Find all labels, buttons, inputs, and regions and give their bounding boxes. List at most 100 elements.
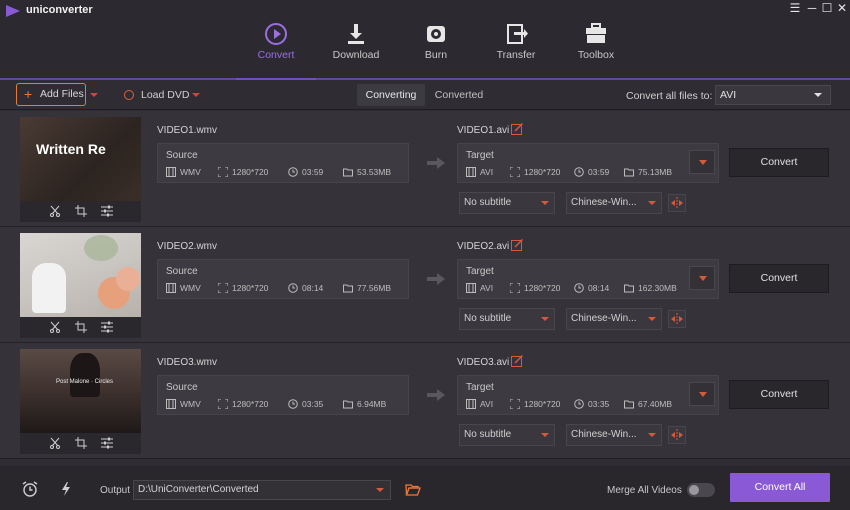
merge-split-button[interactable] <box>668 426 686 444</box>
source-duration: 08:14 <box>302 283 324 293</box>
folder-icon <box>343 168 353 177</box>
target-format: AVI <box>480 283 494 293</box>
resolution-icon <box>510 283 520 293</box>
format-icon <box>466 399 476 409</box>
add-files-label: Add Files <box>40 88 84 100</box>
edit-icon[interactable] <box>511 239 523 251</box>
tab-converting[interactable]: Converting <box>357 84 425 106</box>
crop-icon[interactable] <box>75 205 87 217</box>
audio-track-select[interactable]: Chinese-Win... <box>566 308 662 330</box>
audio-track-select[interactable]: Chinese-Win... <box>566 424 662 446</box>
format-icon <box>166 167 176 177</box>
tab-toolbox[interactable]: Toolbox <box>556 0 636 80</box>
load-dvd-dropdown-icon[interactable] <box>192 93 200 97</box>
load-dvd-label: Load DVD <box>141 89 190 101</box>
output-format-value: AVI <box>720 89 737 101</box>
merge-split-button[interactable] <box>668 194 686 212</box>
subtitle-select[interactable]: No subtitle <box>459 424 555 446</box>
subtitle-select[interactable]: No subtitle <box>459 308 555 330</box>
menu-icon[interactable]: ☰ <box>788 1 802 15</box>
merge-all-toggle[interactable] <box>687 483 715 497</box>
trim-icon[interactable] <box>49 437 61 449</box>
audio-track-value: Chinese-Win... <box>571 197 637 208</box>
trim-icon[interactable] <box>49 321 61 333</box>
target-file-name: VIDEO3.avi <box>457 357 510 368</box>
output-path-select[interactable]: D:\UniConverter\Converted <box>133 480 391 500</box>
source-format: WMV <box>180 399 201 409</box>
folder-icon <box>624 168 634 177</box>
add-files-dropdown-icon[interactable] <box>90 93 98 97</box>
source-resolution: 1280*720 <box>232 167 269 177</box>
edit-icon[interactable] <box>511 123 523 135</box>
resolution-icon <box>510 167 520 177</box>
source-label: Source <box>166 266 198 277</box>
resolution-icon <box>510 399 520 409</box>
subtitle-value: No subtitle <box>464 197 512 208</box>
chevron-down-icon <box>814 93 822 97</box>
maximize-button[interactable]: ☐ <box>820 1 834 15</box>
source-size: 77.56MB <box>357 283 392 293</box>
target-settings-dropdown[interactable] <box>689 382 715 406</box>
resolution-icon <box>218 399 228 409</box>
video-thumbnail[interactable]: Written Re <box>20 117 141 222</box>
load-dvd-button[interactable]: Load DVD <box>124 89 189 101</box>
tab-transfer[interactable]: Transfer <box>476 0 556 80</box>
convert-all-button[interactable]: Convert All <box>730 473 830 502</box>
source-resolution: 1280*720 <box>232 399 269 409</box>
target-resolution: 1280*720 <box>524 399 561 409</box>
lightning-icon[interactable] <box>58 481 74 497</box>
target-file-name: VIDEO1.avi <box>457 125 510 136</box>
tab-convert-label: Convert <box>257 49 295 61</box>
convert-button[interactable]: Convert <box>729 380 829 409</box>
target-settings-dropdown[interactable] <box>689 150 715 174</box>
tab-convert[interactable]: Convert <box>236 0 316 80</box>
open-folder-icon[interactable] <box>405 482 421 498</box>
effects-icon[interactable] <box>101 321 113 333</box>
tab-converted[interactable]: Converted <box>425 84 493 106</box>
output-label: Output <box>100 485 131 496</box>
tab-transfer-label: Transfer <box>496 49 536 61</box>
subtitle-value: No subtitle <box>464 313 512 324</box>
source-info: Source WMV 1280*720 03:59 53.53MB <box>157 143 409 183</box>
convert-button[interactable]: Convert <box>729 148 829 177</box>
source-resolution: 1280*720 <box>232 283 269 293</box>
target-label: Target <box>466 150 494 161</box>
effects-icon[interactable] <box>101 205 113 217</box>
target-settings-dropdown[interactable] <box>689 266 715 290</box>
audio-track-select[interactable]: Chinese-Win... <box>566 192 662 214</box>
folder-icon <box>624 400 634 409</box>
add-files-button[interactable]: + Add Files <box>16 83 86 106</box>
clock-icon <box>288 283 298 293</box>
format-icon <box>466 283 476 293</box>
trim-icon[interactable] <box>49 205 61 217</box>
close-button[interactable]: ✕ <box>835 1 849 15</box>
crop-icon[interactable] <box>75 437 87 449</box>
effects-icon[interactable] <box>101 437 113 449</box>
tab-download[interactable]: Download <box>316 0 396 80</box>
format-icon <box>466 167 476 177</box>
app-name: uniconverter <box>26 4 93 16</box>
subtitle-select[interactable]: No subtitle <box>459 192 555 214</box>
resolution-icon <box>218 167 228 177</box>
source-label: Source <box>166 382 198 393</box>
target-duration: 08:14 <box>588 283 610 293</box>
source-format: WMV <box>180 167 201 177</box>
minimize-button[interactable]: ─ <box>805 1 819 15</box>
thumbnail-caption: Written Re <box>36 141 106 157</box>
output-format-select[interactable]: AVI <box>715 85 831 105</box>
source-file-name: VIDEO2.wmv <box>157 241 218 252</box>
chevron-down-icon <box>541 201 549 205</box>
clock-icon <box>288 167 298 177</box>
merge-split-button[interactable] <box>668 310 686 328</box>
target-format: AVI <box>480 167 494 177</box>
format-icon <box>166 283 176 293</box>
video-thumbnail[interactable]: Post Malone · Circles <box>20 349 141 454</box>
convert-button[interactable]: Convert <box>729 264 829 293</box>
tab-burn[interactable]: Burn <box>396 0 476 80</box>
audio-track-value: Chinese-Win... <box>571 313 637 324</box>
alarm-clock-icon[interactable] <box>22 481 38 497</box>
edit-icon[interactable] <box>511 355 523 367</box>
chevron-down-icon <box>541 317 549 321</box>
crop-icon[interactable] <box>75 321 87 333</box>
video-thumbnail[interactable] <box>20 233 141 338</box>
